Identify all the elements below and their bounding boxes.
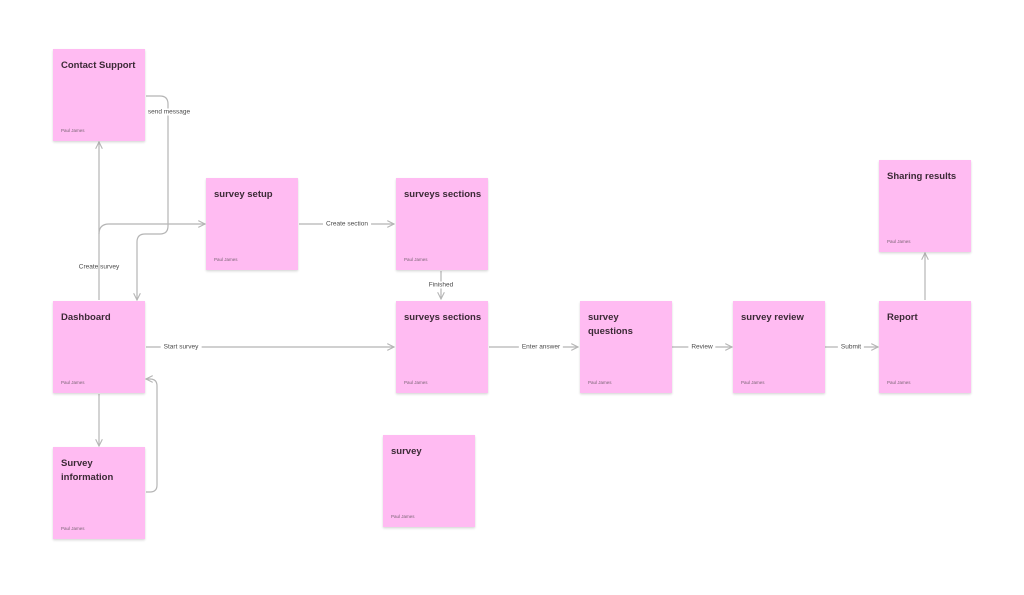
sticky-surveys-sections-top[interactable]: surveys sections Paul James (396, 178, 488, 270)
sticky-sharing-results[interactable]: Sharing results Paul James (879, 160, 971, 252)
sticky-author: Paul James (61, 526, 85, 531)
sticky-title: Sharing results (887, 171, 957, 182)
sticky-title: Dashboard (61, 312, 111, 323)
sticky-author: Paul James (391, 514, 415, 519)
edge-label-submit: Submit (837, 343, 865, 351)
sticky-title: Contact Support (61, 60, 136, 71)
edge-label-create-section: Create section (323, 220, 371, 228)
sticky-survey-setup[interactable]: survey setup Paul James (206, 178, 298, 270)
edge-label-review: Review (688, 343, 716, 351)
sticky-title: survey setup (214, 189, 273, 200)
edge-label-send-message: send message (144, 108, 194, 116)
sticky-author: Paul James (404, 257, 428, 262)
sticky-author: Paul James (61, 128, 85, 133)
sticky-report[interactable]: Report Paul James (879, 301, 971, 393)
connectors (0, 95, 1024, 493)
sticky-author: Paul James (887, 380, 911, 385)
sticky-author: Paul James (61, 380, 85, 385)
edge-label-create-survey: Create survey (78, 263, 120, 271)
sticky-author: Paul James (887, 239, 911, 244)
edge-label-enter-answer: Enter answer (518, 343, 564, 351)
sticky-survey-questions[interactable]: survey questions Paul James (580, 301, 672, 393)
sticky-contact-support[interactable]: Contact Support Paul James (53, 49, 145, 141)
edge-label-finished: Finished (425, 281, 457, 289)
sticky-title: Survey information (61, 458, 114, 483)
sticky-survey[interactable]: survey Paul James (383, 435, 475, 527)
sticky-title: survey review (741, 312, 804, 323)
sticky-title: surveys sections (404, 312, 482, 323)
sticky-dashboard[interactable]: Dashboard Paul James (53, 301, 145, 393)
sticky-survey-review[interactable]: survey review Paul James (733, 301, 825, 393)
sticky-title: survey (391, 446, 422, 457)
sticky-title: surveys sections (404, 189, 482, 200)
sticky-author: Paul James (741, 380, 765, 385)
edge-info-to-dashboard (146, 379, 158, 493)
sticky-author: Paul James (588, 380, 612, 385)
sticky-author: Paul James (404, 380, 428, 385)
sticky-survey-information[interactable]: Survey information Paul James (53, 447, 145, 539)
edge-label-start-survey: Start survey (160, 343, 202, 351)
sticky-title: Report (887, 312, 918, 323)
edge-create-survey (98, 224, 205, 235)
diagram-canvas: send message Create survey Create sectio… (0, 0, 1024, 595)
sticky-title: survey questions (588, 312, 633, 337)
sticky-surveys-sections[interactable]: surveys sections Paul James (396, 301, 488, 393)
sticky-author: Paul James (214, 257, 238, 262)
